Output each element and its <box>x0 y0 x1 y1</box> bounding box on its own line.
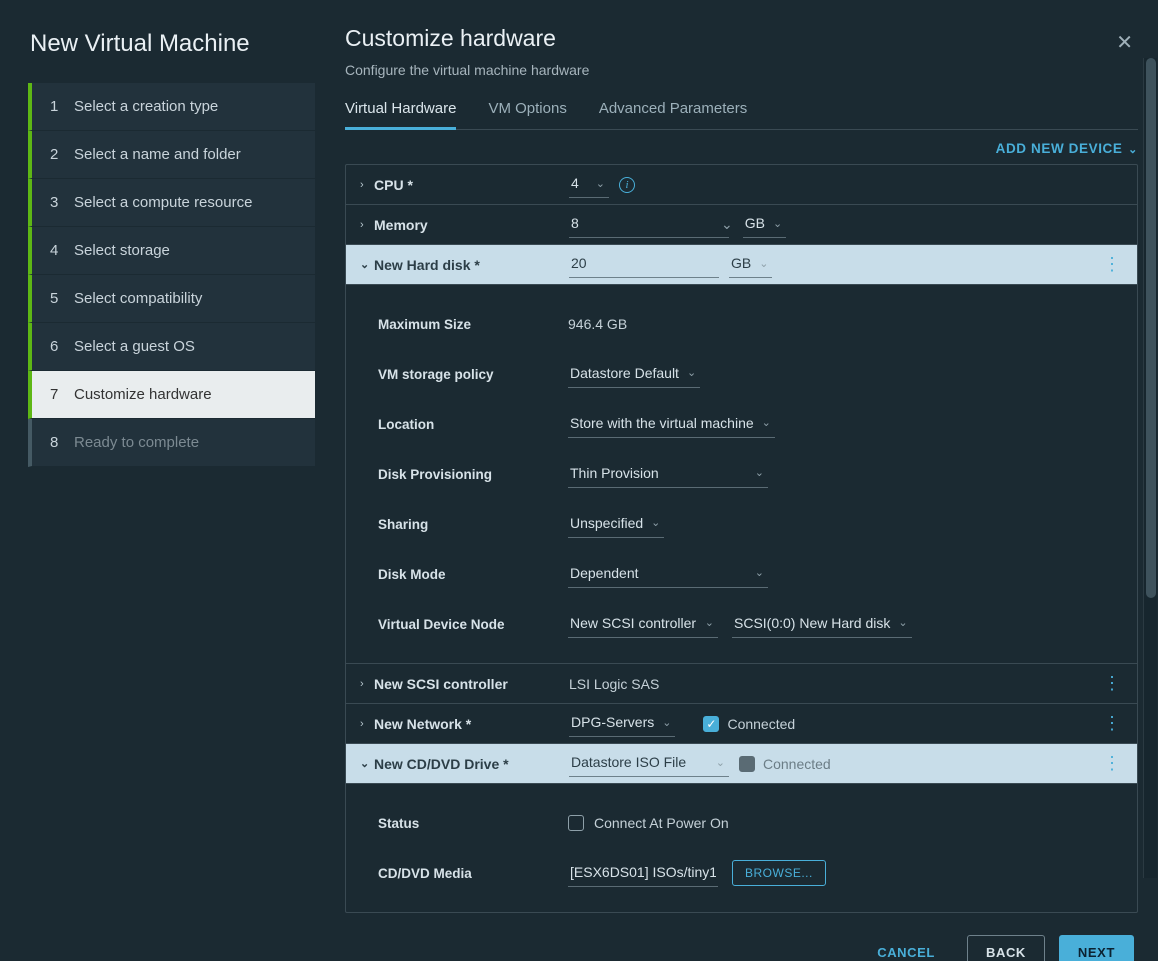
memory-unit-select[interactable]: GB⌄ <box>743 211 786 238</box>
page-subtitle: Configure the virtual machine hardware <box>345 62 1138 78</box>
hw-cddvd-row[interactable]: ⌄ New CD/DVD Drive * Datastore ISO File⌄… <box>346 744 1137 784</box>
hd-max-size-row: Maximum Size 946.4 GB <box>378 299 1127 349</box>
step-3[interactable]: 3Select a compute resource <box>28 179 315 227</box>
wizard-footer: CANCEL BACK NEXT <box>345 913 1138 961</box>
harddisk-details: Maximum Size 946.4 GB VM storage policy … <box>346 285 1137 664</box>
kebab-menu-icon[interactable]: ⋮ <box>1097 713 1127 734</box>
hw-network-row[interactable]: › New Network * DPG-Servers⌄ ✓ Connected… <box>346 704 1137 744</box>
step-1[interactable]: 1Select a creation type <box>28 83 315 131</box>
kebab-menu-icon[interactable]: ⋮ <box>1097 673 1127 694</box>
chevron-right-icon: › <box>360 678 374 690</box>
hardware-tabs: Virtual Hardware VM Options Advanced Par… <box>345 100 1138 130</box>
hd-location-select[interactable]: Store with the virtual machine⌄ <box>568 411 775 438</box>
step-4[interactable]: 4Select storage <box>28 227 315 275</box>
cddvd-status-value: Connect At Power On <box>594 815 729 831</box>
step-6[interactable]: 6Select a guest OS <box>28 323 315 371</box>
chevron-down-icon: ⌄ <box>755 466 764 479</box>
hw-harddisk-row[interactable]: ⌄ New Hard disk * GB⌄ ⋮ <box>346 245 1137 285</box>
scrollbar-thumb[interactable] <box>1146 58 1156 598</box>
cddvd-connected-label: Connected <box>763 756 831 772</box>
tab-virtual-hardware[interactable]: Virtual Hardware <box>345 100 456 130</box>
kebab-menu-icon[interactable]: ⋮ <box>1097 753 1127 774</box>
chevron-down-icon: ⌄ <box>360 757 374 770</box>
cpu-label: CPU * <box>374 177 569 193</box>
chevron-down-icon: ⌄ <box>1125 144 1138 156</box>
hd-vdn-port-select[interactable]: SCSI(0:0) New Hard disk⌄ <box>732 611 912 638</box>
hd-provisioning-select[interactable]: Thin Provision⌄ <box>568 461 768 488</box>
hd-vdn-controller-select[interactable]: New SCSI controller⌄ <box>568 611 718 638</box>
hw-memory-row[interactable]: › Memory ⌄ GB⌄ <box>346 205 1137 245</box>
wizard-dialog: New Virtual Machine 1Select a creation t… <box>0 0 1158 961</box>
chevron-down-icon: ⌄ <box>773 217 782 230</box>
hd-mode-row: Disk Mode Dependent⌄ <box>378 549 1127 599</box>
step-2[interactable]: 2Select a name and folder <box>28 131 315 179</box>
hd-policy-row: VM storage policy Datastore Default⌄ <box>378 349 1127 399</box>
cddvd-details: Status Connect At Power On CD/DVD Media … <box>346 784 1137 912</box>
tab-advanced-parameters[interactable]: Advanced Parameters <box>599 100 747 129</box>
chevron-down-icon: ⌄ <box>651 516 660 529</box>
hardware-panel: › CPU * 4⌄ i › Memory ⌄ GB⌄ ⌄ <box>345 164 1138 913</box>
memory-label: Memory <box>374 217 569 233</box>
page-title: Customize hardware <box>345 25 1138 52</box>
chevron-down-icon: ⌄ <box>596 177 605 190</box>
chevron-down-icon: ⌄ <box>721 216 733 233</box>
cddvd-poweron-checkbox[interactable] <box>568 815 584 831</box>
hd-vdn-row: Virtual Device Node New SCSI controller⌄… <box>378 599 1127 649</box>
harddisk-size-input[interactable] <box>569 251 719 278</box>
chevron-down-icon: ⌄ <box>360 258 374 271</box>
hd-sharing-row: Sharing Unspecified⌄ <box>378 499 1127 549</box>
wizard-sidebar: New Virtual Machine 1Select a creation t… <box>0 0 315 961</box>
chevron-right-icon: › <box>360 179 374 191</box>
cpu-select[interactable]: 4⌄ <box>569 171 609 198</box>
add-new-device-button[interactable]: ADD NEW DEVICE ⌄ <box>996 141 1138 156</box>
cancel-button[interactable]: CANCEL <box>859 935 953 961</box>
wizard-main: ✕ Customize hardware Configure the virtu… <box>315 0 1158 961</box>
network-connected-label: Connected <box>727 716 795 732</box>
tab-vm-options[interactable]: VM Options <box>488 100 566 129</box>
cddvd-select[interactable]: Datastore ISO File⌄ <box>569 750 729 777</box>
cddvd-label: New CD/DVD Drive * <box>374 756 569 772</box>
chevron-down-icon: ⌄ <box>662 716 671 729</box>
hw-cpu-row[interactable]: › CPU * 4⌄ i <box>346 165 1137 205</box>
next-button[interactable]: NEXT <box>1059 935 1134 961</box>
chevron-right-icon: › <box>360 718 374 730</box>
chevron-right-icon: › <box>360 219 374 231</box>
chevron-down-icon: ⌄ <box>716 756 725 769</box>
hd-policy-select[interactable]: Datastore Default⌄ <box>568 361 700 388</box>
harddisk-label: New Hard disk * <box>374 257 569 273</box>
step-5[interactable]: 5Select compatibility <box>28 275 315 323</box>
network-connected-checkbox[interactable]: ✓ <box>703 716 719 732</box>
hd-location-row: Location Store with the virtual machine⌄ <box>378 399 1127 449</box>
cddvd-connected-checkbox <box>739 756 755 772</box>
hd-sharing-select[interactable]: Unspecified⌄ <box>568 511 664 538</box>
chevron-down-icon: ⌄ <box>898 616 907 629</box>
chevron-down-icon: ⌄ <box>762 416 771 429</box>
wizard-title: New Virtual Machine <box>0 25 315 83</box>
chevron-down-icon: ⌄ <box>755 566 764 579</box>
step-7[interactable]: 7Customize hardware <box>28 371 315 419</box>
hd-mode-select[interactable]: Dependent⌄ <box>568 561 768 588</box>
hw-scsi-row[interactable]: › New SCSI controller LSI Logic SAS ⋮ <box>346 664 1137 704</box>
network-label: New Network * <box>374 716 569 732</box>
step-8: 8Ready to complete <box>28 419 315 467</box>
scsi-label: New SCSI controller <box>374 676 569 692</box>
chevron-down-icon: ⌄ <box>705 616 714 629</box>
chevron-down-icon: ⌄ <box>759 257 768 270</box>
cddvd-media-input[interactable] <box>568 860 718 887</box>
chevron-down-icon: ⌄ <box>687 366 696 379</box>
back-button[interactable]: BACK <box>967 935 1045 961</box>
scsi-value: LSI Logic SAS <box>569 676 1097 692</box>
harddisk-unit-select[interactable]: GB⌄ <box>729 251 772 278</box>
kebab-menu-icon[interactable]: ⋮ <box>1097 254 1127 275</box>
cddvd-status-row: Status Connect At Power On <box>378 798 1127 848</box>
wizard-steps: 1Select a creation type 2Select a name a… <box>0 83 315 467</box>
network-select[interactable]: DPG-Servers⌄ <box>569 710 675 737</box>
info-icon[interactable]: i <box>619 177 635 193</box>
close-icon[interactable]: ✕ <box>1116 30 1133 55</box>
browse-button[interactable]: BROWSE... <box>732 860 826 886</box>
hd-provisioning-row: Disk Provisioning Thin Provision⌄ <box>378 449 1127 499</box>
memory-input[interactable] <box>569 211 729 238</box>
cddvd-media-row: CD/DVD Media BROWSE... <box>378 848 1127 898</box>
